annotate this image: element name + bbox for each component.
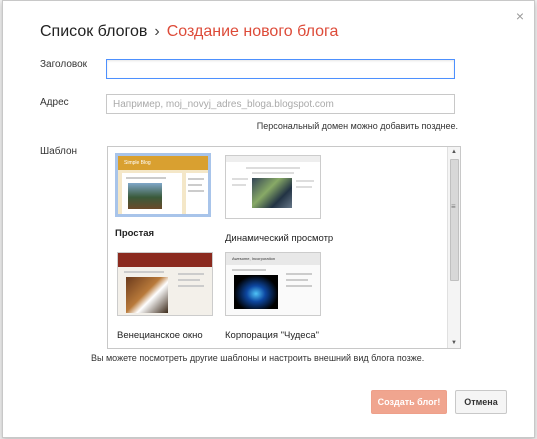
template-awesome-inc[interactable]: Awesome, Incorporation Корпорация "Чудес… — [225, 252, 325, 341]
gallery-scrollbar[interactable]: ▲ ≡ ▼ — [447, 147, 460, 348]
dialog-title: Список блогов › Создание нового блога — [40, 23, 338, 41]
create-blog-dialog: × Список блогов › Создание нового блога За… — [2, 0, 535, 438]
scroll-up-icon[interactable]: ▲ — [448, 147, 460, 157]
templates-hint: Вы можете посмотреть другие шаблоны и на… — [91, 353, 425, 363]
scrollbar-thumb[interactable] — [450, 159, 459, 281]
template-name: Простая — [115, 228, 155, 239]
template-name: Венецианское окно — [117, 330, 203, 341]
grip-icon: ≡ — [451, 202, 456, 211]
title-label: Заголовок — [40, 59, 88, 70]
address-hint: Персональный домен можно добавить поздне… — [256, 121, 458, 131]
template-dynamic-thumbnail — [225, 155, 321, 219]
template-simple-thumb-title: Simple Blog — [124, 160, 151, 166]
create-blog-button[interactable]: Создать блог! — [371, 390, 447, 414]
breadcrumb-current: Создание нового блога — [166, 23, 339, 40]
template-venetian-thumbnail — [117, 252, 213, 316]
title-input[interactable] — [106, 59, 455, 79]
address-input[interactable] — [106, 94, 455, 114]
template-awesome-thumb-title: Awesome, Incorporation — [232, 256, 276, 261]
close-icon[interactable]: × — [516, 9, 524, 23]
template-gallery[interactable]: Simple Blog Простая Динамический просмот… — [107, 146, 461, 349]
cancel-button[interactable]: Отмена — [455, 390, 507, 414]
template-venetian[interactable]: Венецианское окно — [117, 252, 217, 341]
template-awesome-thumbnail: Awesome, Incorporation — [225, 252, 321, 316]
template-name: Корпорация "Чудеса" — [225, 330, 319, 341]
template-dynamic-views[interactable]: Динамический просмотр — [225, 155, 334, 244]
breadcrumb-separator-icon: › — [154, 23, 160, 40]
template-simple[interactable]: Simple Blog Простая — [115, 153, 215, 239]
template-name: Динамический просмотр — [225, 233, 334, 244]
template-simple-thumbnail: Simple Blog — [115, 153, 211, 217]
address-label: Адрес — [40, 97, 69, 108]
breadcrumb-blog-list[interactable]: Список блогов — [40, 23, 147, 40]
scroll-down-icon[interactable]: ▼ — [448, 338, 460, 348]
template-label: Шаблон — [40, 146, 78, 157]
